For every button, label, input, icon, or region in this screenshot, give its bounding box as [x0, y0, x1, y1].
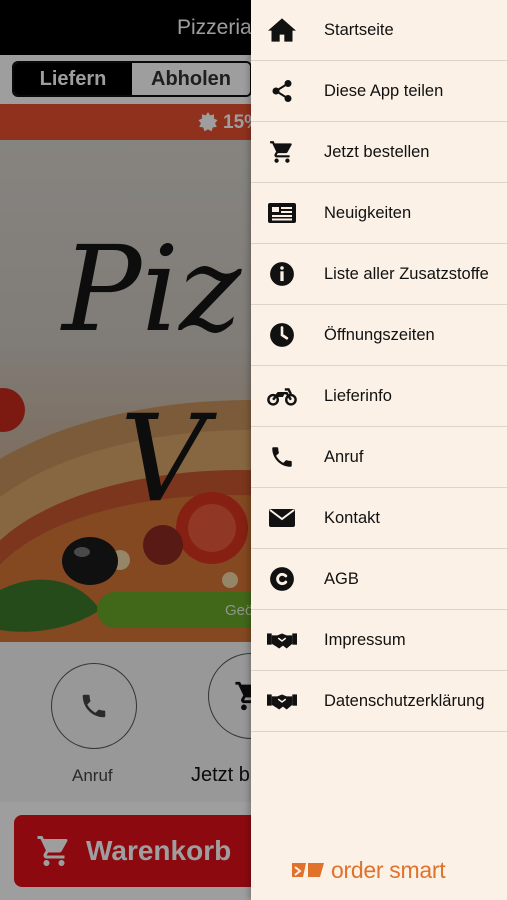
menu-item-news[interactable]: Neuigkeiten [251, 183, 507, 244]
brand-name: order smart [331, 856, 446, 883]
copyright-icon [267, 566, 297, 592]
menu-item-label: Startseite [324, 21, 394, 39]
menu-item-order-now[interactable]: Jetzt bestellen [251, 122, 507, 183]
menu-item-label: Anruf [324, 448, 364, 466]
menu-item-contact[interactable]: Kontakt [251, 488, 507, 549]
menu-item-label: Impressum [324, 631, 406, 649]
menu-item-label: AGB [324, 570, 359, 588]
menu-item-startseite[interactable]: Startseite [251, 0, 507, 61]
menu-item-share-app[interactable]: Diese App teilen [251, 61, 507, 122]
menu-item-delivery-info[interactable]: Lieferinfo [251, 366, 507, 427]
menu-item-label: Jetzt bestellen [324, 143, 430, 161]
cart-icon [267, 139, 297, 165]
menu-item-agb[interactable]: AGB [251, 549, 507, 610]
handshake-icon [267, 627, 297, 653]
menu-item-label: Liste aller Zusatzstoffe [324, 265, 489, 283]
menu-item-privacy[interactable]: Datenschutzerklärung [251, 671, 507, 732]
share-icon [267, 78, 297, 104]
menu-item-call[interactable]: Anruf [251, 427, 507, 488]
menu-item-label: Diese App teilen [324, 82, 444, 100]
info-icon [267, 261, 297, 287]
menu-item-label: Datenschutzerklärung [324, 692, 485, 710]
newspaper-icon [267, 200, 297, 226]
home-icon [267, 17, 297, 43]
menu-item-opening-hours[interactable]: Öffnungszeiten [251, 305, 507, 366]
handshake-icon [267, 688, 297, 714]
clock-icon [267, 322, 297, 348]
menu-item-label: Neuigkeiten [324, 204, 412, 222]
menu-item-label: Lieferinfo [324, 387, 392, 405]
menu-item-label: Kontakt [324, 509, 380, 527]
menu-item-additives[interactable]: Liste aller Zusatzstoffe [251, 244, 507, 305]
motorcycle-icon [267, 383, 297, 409]
phone-icon [267, 444, 297, 470]
menu-item-label: Öffnungszeiten [324, 326, 435, 344]
order-smart-logo-icon [292, 863, 324, 877]
navigation-drawer: Startseite Diese App teilen Jetzt bestel… [251, 0, 507, 900]
menu-item-imprint[interactable]: Impressum [251, 610, 507, 671]
order-smart-logo: order smart [291, 856, 446, 884]
envelope-icon [267, 505, 297, 531]
